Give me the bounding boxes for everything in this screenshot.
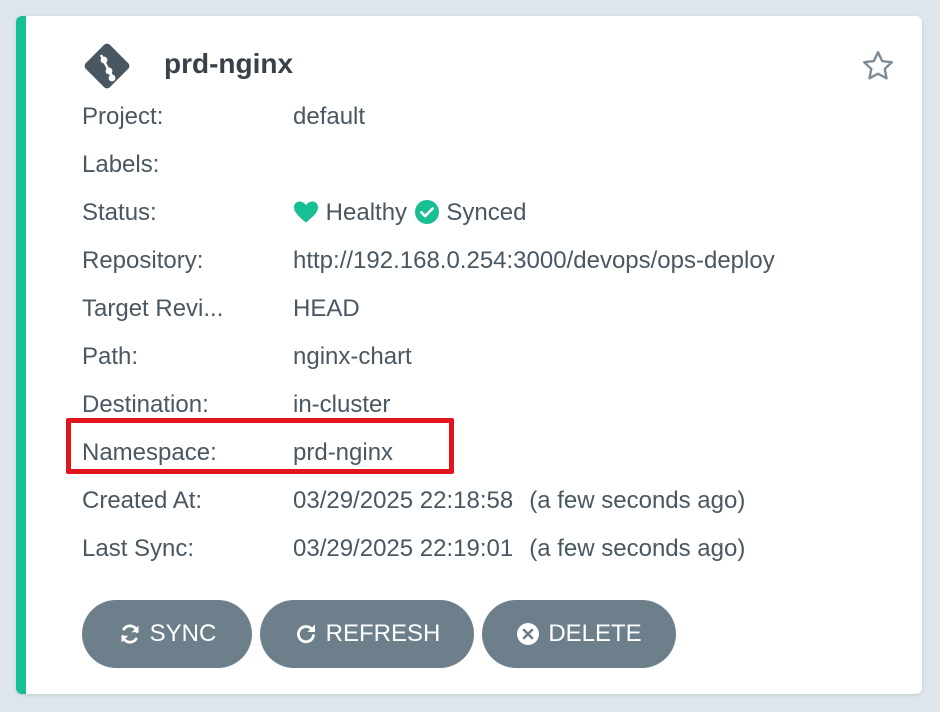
action-buttons: SYNC REFRESH DELETE [82, 600, 676, 668]
namespace-highlight-box [66, 418, 454, 474]
detail-label: Path: [82, 343, 139, 370]
app-title[interactable]: prd-nginx [164, 48, 293, 80]
detail-value: 03/29/2025 22:18:58 (a few seconds ago) [293, 480, 745, 522]
detail-value: HEAD [293, 295, 360, 322]
refresh-button-label: REFRESH [325, 620, 441, 647]
delete-button[interactable]: DELETE [482, 600, 676, 668]
status-value: Healthy Synced [293, 192, 526, 234]
sync-status: Synced [446, 199, 527, 226]
timestamp: 03/29/2025 22:18:58 [293, 487, 514, 514]
application-tile[interactable]: prd-nginx Project: default Labels: Statu… [16, 16, 922, 694]
times-circle-icon [517, 623, 540, 645]
sync-button[interactable]: SYNC [82, 600, 252, 668]
repository-url: http://192.168.0.254:3000/devops/ops-dep… [293, 247, 775, 274]
check-circle-icon [414, 199, 439, 224]
relative-time: (a few seconds ago) [529, 535, 746, 562]
sync-icon [121, 624, 139, 644]
detail-value: 03/29/2025 22:19:01 (a few seconds ago) [293, 528, 745, 570]
refresh-button[interactable]: REFRESH [260, 600, 474, 668]
heart-icon [294, 201, 318, 223]
detail-label: Created At: [82, 487, 203, 514]
health-status: Healthy [325, 199, 408, 226]
detail-label: Status: [82, 199, 157, 226]
timestamp: 03/29/2025 22:19:01 [293, 535, 514, 562]
health-status-bar [16, 16, 26, 694]
star-outline-icon[interactable] [860, 48, 896, 84]
detail-label: Repository: [82, 247, 204, 274]
detail-label: Project: [82, 103, 164, 130]
git-diamond-icon [84, 43, 130, 89]
detail-label: Target Revi... [82, 295, 224, 322]
detail-label: Labels: [82, 151, 160, 178]
sync-button-label: SYNC [149, 620, 217, 647]
relative-time: (a few seconds ago) [529, 487, 746, 514]
delete-button-label: DELETE [548, 620, 642, 647]
refresh-icon [296, 624, 315, 644]
detail-value: default [293, 103, 366, 130]
detail-label: Last Sync: [82, 535, 195, 562]
detail-value: nginx-chart [293, 343, 412, 370]
